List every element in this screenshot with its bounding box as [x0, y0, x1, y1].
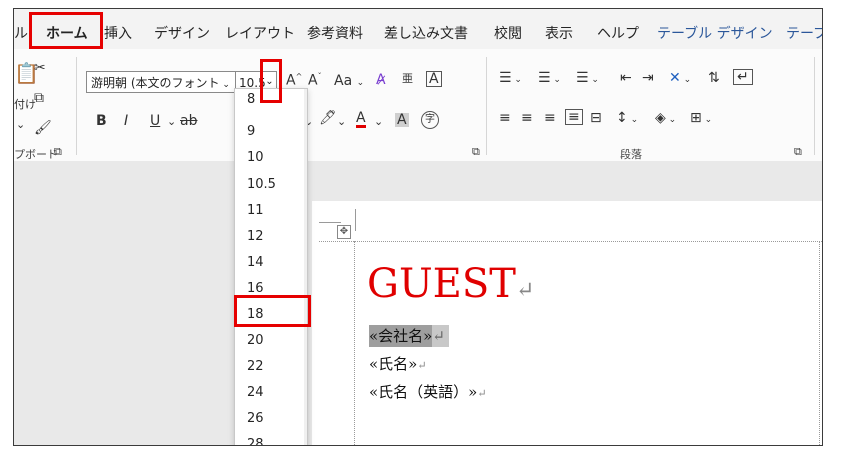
font-size-option[interactable]: 28	[247, 437, 264, 445]
font-size-option[interactable]: 8	[247, 92, 255, 107]
font-size-option[interactable]: 16	[247, 281, 264, 296]
document-page[interactable]	[312, 201, 822, 445]
shading-icon[interactable]: ◈ ⌄	[655, 111, 676, 125]
font-size-option[interactable]: 20	[247, 333, 264, 348]
ribbon-separator	[486, 57, 487, 155]
bold-button[interactable]: B	[96, 114, 107, 128]
font-size-option[interactable]: 22	[247, 359, 264, 374]
ribbon-home: 📋 ✂ ⧉ 付け ⌄ 🖌 プボード ⧉ 游明朝 (本文のフォント ⌄ 10.5 …	[14, 49, 822, 161]
asian-layout-icon[interactable]: ✕ ⌄	[669, 71, 691, 85]
ribbon-tab-bar: ル ホーム 挿入 デザイン レイアウト 参考資料 差し込み文書 校閲 表示 ヘル…	[14, 9, 822, 49]
increase-indent-icon[interactable]: ⇥	[642, 71, 654, 85]
paragraph-group-label: 段落	[620, 148, 642, 161]
tab-insert[interactable]: 挿入	[104, 23, 132, 43]
justify-icon[interactable]: ≡	[565, 109, 583, 125]
font-size-option[interactable]: 10	[247, 150, 264, 165]
font-size-option[interactable]: 11	[247, 203, 264, 218]
word-window: ル ホーム 挿入 デザイン レイアウト 参考資料 差し込み文書 校閲 表示 ヘル…	[13, 8, 823, 446]
distributed-icon[interactable]: ⊟	[590, 111, 602, 125]
ribbon-separator	[814, 57, 815, 155]
option-18-highlight	[234, 295, 311, 327]
tab-references[interactable]: 参考資料	[307, 23, 363, 43]
italic-button[interactable]: I	[124, 114, 128, 128]
tab-table-layout[interactable]: テーブ	[786, 23, 822, 43]
decrease-indent-icon[interactable]: ⇤	[620, 71, 632, 85]
table-gridline	[354, 241, 356, 445]
font-name-value: 游明朝 (本文のフォント	[91, 76, 220, 90]
font-size-option[interactable]: 10.5	[247, 177, 276, 192]
font-name-combobox[interactable]: 游明朝 (本文のフォント ⌄	[86, 71, 238, 93]
cut-icon[interactable]: ✂	[34, 61, 46, 75]
font-size-arrow-highlight	[260, 59, 282, 103]
font-size-option[interactable]: 24	[247, 385, 264, 400]
font-size-option[interactable]: 12	[247, 229, 264, 244]
borders-icon[interactable]: ⊞ ⌄	[690, 111, 712, 125]
tab-help[interactable]: ヘルプ	[597, 23, 639, 43]
sort-icon[interactable]: ⇅	[708, 71, 720, 85]
shrink-font-icon[interactable]: Aˇ	[308, 73, 322, 88]
tab-review[interactable]: 校閲	[494, 23, 522, 43]
font-launcher-icon[interactable]: ⧉	[472, 146, 480, 157]
phonetic-guide-icon[interactable]: 亜	[402, 73, 413, 84]
bullets-icon[interactable]: ☰ ⌄	[499, 71, 522, 85]
clipboard-group-label: プボード	[14, 148, 58, 161]
font-size-option[interactable]: 26	[247, 411, 264, 426]
grow-font-icon[interactable]: A^	[286, 73, 302, 88]
tab-mailings[interactable]: 差し込み文書	[384, 23, 468, 43]
enclose-characters-icon[interactable]: 字	[421, 111, 439, 129]
table-move-handle-icon[interactable]: ✥	[337, 225, 351, 239]
change-case-icon[interactable]: Aa ⌄	[334, 74, 364, 88]
tab-design[interactable]: デザイン	[154, 23, 210, 43]
margin-corner-mark	[355, 209, 356, 231]
align-center-icon[interactable]: ≡	[521, 111, 533, 125]
underline-button[interactable]: U	[150, 114, 160, 128]
align-right-icon[interactable]: ≡	[544, 111, 556, 125]
home-tab-highlight	[29, 12, 103, 49]
align-left-icon[interactable]: ≡	[499, 111, 511, 125]
ribbon-separator	[76, 57, 77, 155]
underline-dropdown-icon[interactable]: ⌄	[167, 116, 176, 127]
clipboard-launcher-icon[interactable]: ⧉	[54, 146, 62, 157]
paragraph-launcher-icon[interactable]: ⧉	[794, 146, 802, 157]
numbering-icon[interactable]: ☰ ⌄	[538, 71, 561, 85]
font-color-icon[interactable]: A	[356, 111, 366, 128]
highlight-icon[interactable]: 🖊	[319, 111, 337, 125]
font-size-dropdown-list[interactable]: 8 9 10 10.5 11 12 14 16 18 20 22 24 26 2…	[234, 88, 308, 445]
tab-layout[interactable]: レイアウト	[225, 23, 295, 43]
table-gridline	[319, 241, 822, 243]
merge-field-name-english[interactable]: «氏名（英語）»↵	[369, 381, 487, 402]
tab-view[interactable]: 表示	[545, 23, 573, 43]
character-shading-icon[interactable]: A	[395, 113, 409, 127]
paste-dropdown-icon[interactable]: ⌄	[16, 119, 25, 130]
line-spacing-icon[interactable]: ↕ ⌄	[616, 111, 638, 125]
guest-title[interactable]: GUEST↵	[367, 261, 534, 307]
merge-field-company[interactable]: «会社名»↵	[369, 325, 449, 347]
font-size-option[interactable]: 14	[247, 255, 264, 270]
tab-file-partial[interactable]: ル	[14, 23, 28, 43]
return-mark: ↵	[515, 278, 535, 303]
clear-formatting-icon[interactable]: A̷	[376, 73, 386, 87]
character-border-icon[interactable]: A	[426, 71, 442, 87]
show-marks-icon[interactable]: ↵	[733, 69, 753, 85]
format-painter-icon[interactable]: 🖌	[34, 121, 52, 135]
strikethrough-button[interactable]: ab	[180, 114, 197, 128]
paste-label[interactable]: 付け	[14, 99, 36, 110]
margin-corner-mark	[319, 222, 341, 223]
table-gridline	[819, 241, 821, 445]
font-size-option[interactable]: 9	[247, 124, 255, 139]
multilevel-list-icon[interactable]: ☰ ⌄	[576, 71, 599, 85]
font-color-dropdown-icon[interactable]: ⌄	[374, 116, 383, 127]
highlight-dropdown-icon[interactable]: ⌄	[337, 116, 346, 127]
tab-table-design[interactable]: テーブル デザイン	[657, 23, 773, 43]
merge-field-name[interactable]: «氏名»↵	[369, 353, 427, 374]
dropdown-scrollbar[interactable]	[304, 89, 307, 445]
